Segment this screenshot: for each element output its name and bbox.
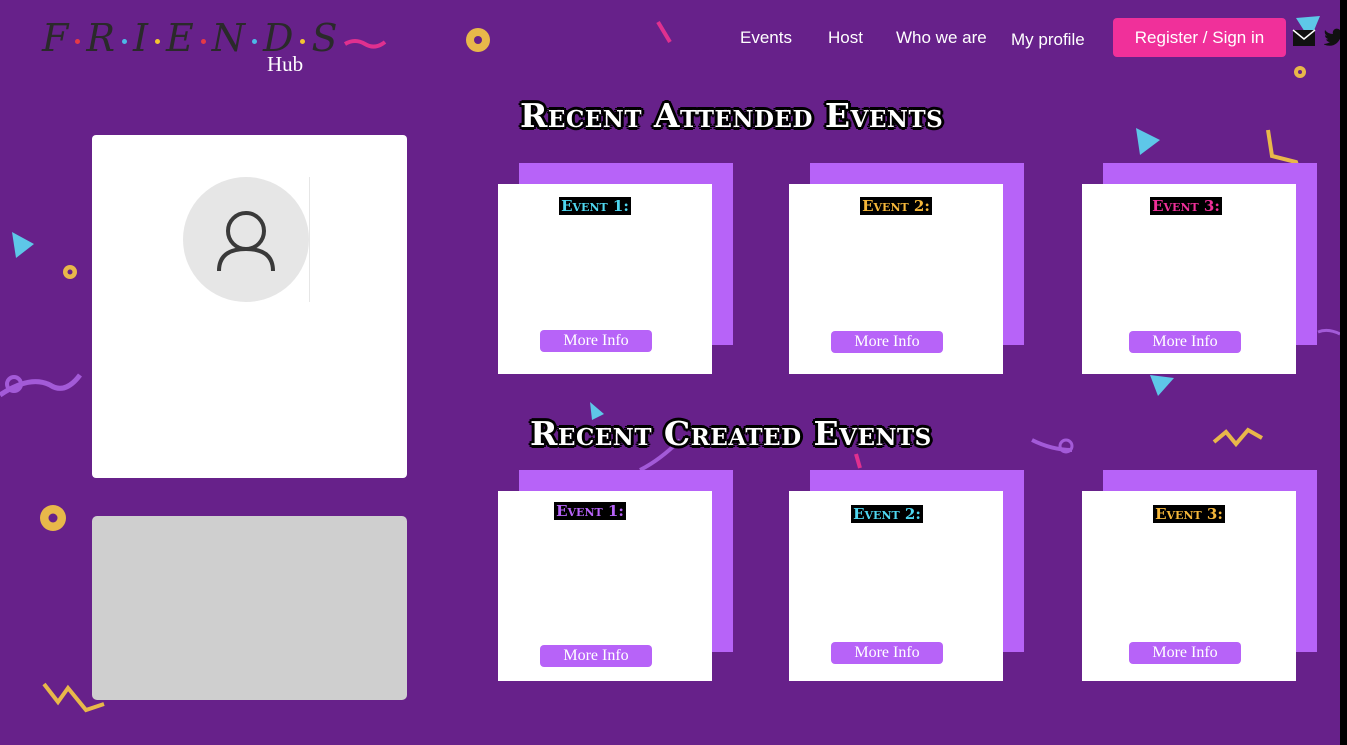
created-event-card-2: Event 2: More Info [789, 470, 1025, 682]
logo-dot [300, 39, 306, 44]
event-label: Event 1: [559, 197, 631, 215]
recent-created-title: Recent Created Events [530, 414, 932, 453]
event-label: Event 2: [851, 505, 923, 523]
attended-event-card-1: Event 1: More Info [498, 163, 734, 375]
attended-event-card-3: Event 3: More Info [1082, 163, 1318, 375]
profile-card [92, 135, 407, 478]
more-info-button[interactable]: More Info [1129, 642, 1241, 664]
profile-details-placeholder [92, 516, 407, 700]
logo-letter: N [211, 16, 247, 60]
more-info-button[interactable]: More Info [540, 330, 652, 352]
logo-dot [252, 39, 258, 44]
logo-letter: S [311, 16, 339, 60]
attended-event-card-2: Event 2: More Info [789, 163, 1025, 375]
nav-my-profile[interactable]: My profile [1011, 30, 1085, 50]
logo-hub-text: Hub [267, 52, 304, 76]
logo-dot [75, 39, 81, 44]
avatar-divider [309, 177, 310, 302]
mail-icon[interactable] [1292, 27, 1318, 49]
logo-dot [155, 39, 161, 44]
page-edge [1340, 0, 1347, 745]
register-sign-in-button[interactable]: Register / Sign in [1113, 18, 1286, 57]
logo-letter: R [86, 16, 116, 60]
more-info-button[interactable]: More Info [540, 645, 652, 667]
logo-letter: E [166, 16, 195, 60]
nav-who-we-are[interactable]: Who we are [896, 28, 987, 48]
event-label: Event 1: [554, 502, 626, 520]
event-label: Event 3: [1150, 197, 1222, 215]
nav-host[interactable]: Host [828, 28, 863, 48]
recent-attended-title: Recent Attended Events [520, 96, 944, 135]
logo-dot [200, 39, 206, 44]
more-info-button[interactable]: More Info [1129, 331, 1241, 353]
nav-events[interactable]: Events [740, 28, 792, 48]
created-event-card-3: Event 3: More Info [1082, 470, 1318, 682]
event-label: Event 3: [1153, 505, 1225, 523]
event-label: Event 2: [860, 197, 932, 215]
more-info-button[interactable]: More Info [831, 642, 943, 664]
friends-hub-logo[interactable]: FRIENDS Hub [42, 16, 338, 78]
avatar[interactable] [183, 177, 309, 302]
user-icon [217, 211, 275, 272]
logo-letter: F [42, 16, 70, 60]
logo-letter: I [133, 16, 150, 60]
logo-dot [122, 39, 127, 44]
more-info-button[interactable]: More Info [831, 331, 943, 353]
created-event-card-1: Event 1: More Info [498, 470, 734, 682]
